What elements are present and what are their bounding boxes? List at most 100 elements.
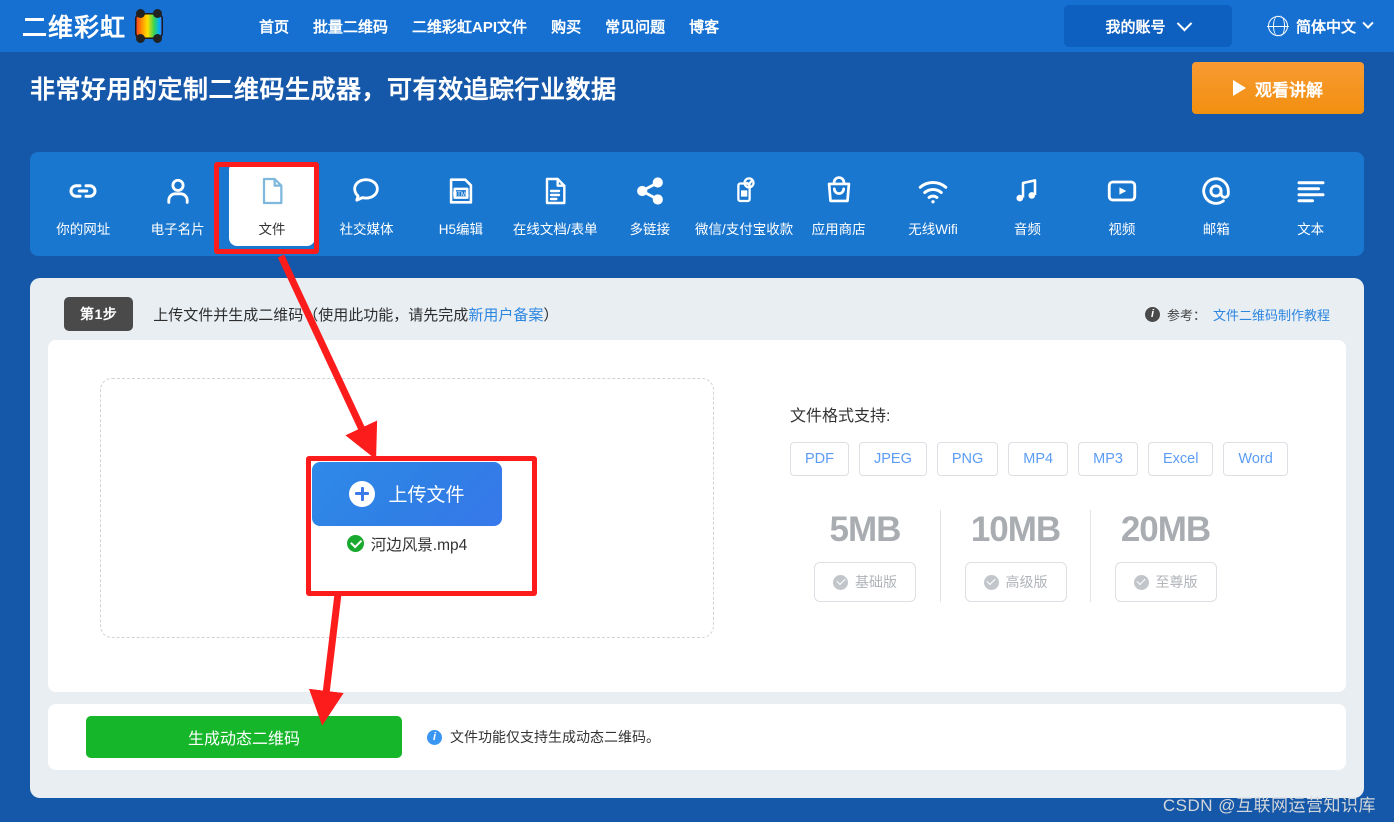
at-sign-icon	[1198, 171, 1234, 209]
account-label: 我的账号	[1105, 18, 1166, 36]
step-header: 第1步 上传文件并生成二维码（使用此功能，请先完成新用户备案） i 参考： 文件…	[64, 297, 1348, 331]
tier-size-label: 20MB	[1120, 510, 1211, 549]
account-button[interactable]: 我的账号	[1063, 5, 1232, 47]
green-check-icon	[346, 535, 364, 552]
reference-group: i 参考： 文件二维码制作教程	[1144, 305, 1348, 324]
generate-note-text: 文件功能仅支持生成动态二维码。	[450, 729, 660, 745]
menu-item-faq[interactable]: 常见问题	[605, 16, 665, 37]
type-tab-payment[interactable]: 微信/支付宝收款	[695, 162, 793, 246]
step-badge: 第1步	[64, 297, 134, 331]
type-tab-label: 文本	[1297, 221, 1325, 237]
link-icon	[65, 171, 101, 209]
type-tab-label: 文件	[258, 221, 286, 237]
chevron-down-icon	[1177, 15, 1193, 31]
format-chip-excel[interactable]: Excel	[1147, 442, 1214, 476]
tier-advanced: 10MB 高级版	[940, 510, 1090, 602]
format-chip-pdf[interactable]: PDF	[790, 442, 849, 476]
type-tab-wifi[interactable]: 无线Wifi	[890, 162, 976, 246]
type-tab-email[interactable]: 邮箱	[1173, 162, 1259, 246]
tier-plan-badge: 基础版	[814, 562, 916, 602]
info-icon: i	[1144, 306, 1160, 322]
generate-dynamic-qr-button[interactable]: 生成动态二维码	[86, 716, 402, 758]
file-format-support: 文件格式支持: PDF JPEG PNG MP4 MP3 Excel Word …	[790, 378, 1288, 602]
check-icon	[1133, 574, 1149, 590]
format-chip-jpeg[interactable]: JPEG	[859, 442, 927, 476]
reference-label: 参考：	[1166, 307, 1206, 323]
menu-item-bulk-qr[interactable]: 批量二维码	[313, 16, 388, 37]
type-tab-vcard[interactable]: 电子名片	[135, 162, 221, 246]
type-tab-label: 你的网址	[56, 221, 111, 237]
watermark: CSDN @互联网运营知识库	[1162, 796, 1376, 815]
file-icon	[256, 171, 288, 209]
brand-logo[interactable]: 二维彩虹	[0, 8, 164, 44]
upload-file-button[interactable]: 上传文件	[312, 461, 502, 526]
tier-size-label: 10MB	[970, 510, 1061, 549]
watch-tutorial-button[interactable]: 观看讲解	[1192, 62, 1364, 114]
type-tab-h5[interactable]: HTML H5编辑	[418, 162, 504, 246]
menu-item-home[interactable]: 首页	[259, 16, 289, 37]
format-chip-mp4[interactable]: MP4	[1008, 442, 1069, 476]
step-description-tail: ）	[543, 306, 559, 324]
type-tab-multilink[interactable]: 多链接	[607, 162, 693, 246]
format-chip-row: PDF JPEG PNG MP4 MP3 Excel Word	[790, 442, 1288, 476]
check-icon	[983, 574, 999, 590]
type-tab-file[interactable]: 文件	[229, 162, 316, 246]
type-tab-label: 多链接	[629, 221, 670, 237]
size-tier-row: 5MB 基础版 10MB 高级版 20MB 至尊版	[790, 510, 1288, 602]
chat-bubble-icon	[349, 171, 383, 209]
type-tab-label: 音频	[1013, 221, 1041, 237]
type-tab-online-doc[interactable]: 在线文档/表单	[512, 162, 598, 246]
info-icon: i	[427, 729, 442, 745]
menu-item-api-file[interactable]: 二维彩虹API文件	[412, 16, 527, 37]
format-chip-mp3[interactable]: MP3	[1078, 442, 1138, 476]
upload-control-group: 上传文件 河边风景.mp4	[312, 461, 502, 555]
upload-card: 上传文件 河边风景.mp4 文件格式支持: PDF JPEG PNG MP4 M…	[48, 340, 1346, 692]
hero-section: 非常好用的定制二维码生成器，可有效追踪行业数据 观看讲解	[0, 52, 1394, 124]
language-label: 简体中文	[1295, 18, 1356, 36]
main-menu: 首页 批量二维码 二维彩虹API文件 购买 常见问题 博客	[259, 16, 719, 37]
new-user-registration-link[interactable]: 新用户备案	[468, 307, 543, 324]
watch-tutorial-label: 观看讲解	[1255, 80, 1323, 100]
music-note-icon	[1011, 171, 1043, 209]
chevron-down-icon	[1362, 17, 1374, 29]
tutorial-link[interactable]: 文件二维码制作教程	[1213, 305, 1330, 324]
type-tab-label: 在线文档/表单	[512, 221, 598, 237]
svg-text:HTML: HTML	[453, 190, 470, 197]
html-page-icon: HTML	[444, 171, 478, 209]
menu-item-purchase[interactable]: 购买	[551, 16, 581, 37]
person-icon	[161, 171, 195, 209]
check-icon	[833, 574, 848, 590]
type-tab-video[interactable]: 视频	[1079, 162, 1165, 246]
shopping-bag-icon	[822, 171, 856, 209]
type-tab-url[interactable]: 你的网址	[40, 162, 126, 246]
language-selector[interactable]: 简体中文	[1267, 15, 1374, 37]
format-chip-png[interactable]: PNG	[936, 442, 999, 476]
type-tab-label: 邮箱	[1202, 221, 1230, 237]
uploaded-file-name: 河边风景.mp4	[346, 533, 468, 555]
wifi-icon	[915, 171, 951, 209]
page-title: 非常好用的定制二维码生成器，可有效追踪行业数据	[30, 76, 617, 104]
logo-ears	[135, 34, 163, 43]
share-nodes-icon	[633, 171, 667, 209]
type-tab-appstore[interactable]: 应用商店	[796, 162, 882, 246]
text-lines-icon	[1293, 171, 1329, 209]
play-icon	[1233, 80, 1246, 96]
tier-plan-label: 至尊版	[1155, 574, 1198, 590]
tier-plan-badge: 高级版	[964, 562, 1067, 602]
type-tab-label: 微信/支付宝收款	[695, 221, 794, 237]
file-name-text: 河边风景.mp4	[370, 536, 468, 554]
type-tab-social[interactable]: 社交媒体	[323, 162, 409, 246]
type-tab-audio[interactable]: 音频	[984, 162, 1070, 246]
upload-file-label: 上传文件	[388, 485, 465, 506]
type-tab-text[interactable]: 文本	[1268, 162, 1354, 246]
globe-icon	[1267, 15, 1289, 37]
format-chip-word[interactable]: Word	[1223, 442, 1288, 476]
payment-qr-icon	[729, 171, 759, 209]
file-dropzone[interactable]: 上传文件 河边风景.mp4	[100, 378, 714, 638]
type-tab-label: H5编辑	[438, 221, 484, 237]
nav-right-group: 我的账号 简体中文	[1063, 5, 1394, 47]
type-tab-label: 无线Wifi	[908, 221, 958, 237]
tier-plan-badge: 至尊版	[1114, 562, 1217, 602]
rainbow-bear-logo-icon	[135, 9, 164, 43]
menu-item-blog[interactable]: 博客	[689, 16, 719, 37]
